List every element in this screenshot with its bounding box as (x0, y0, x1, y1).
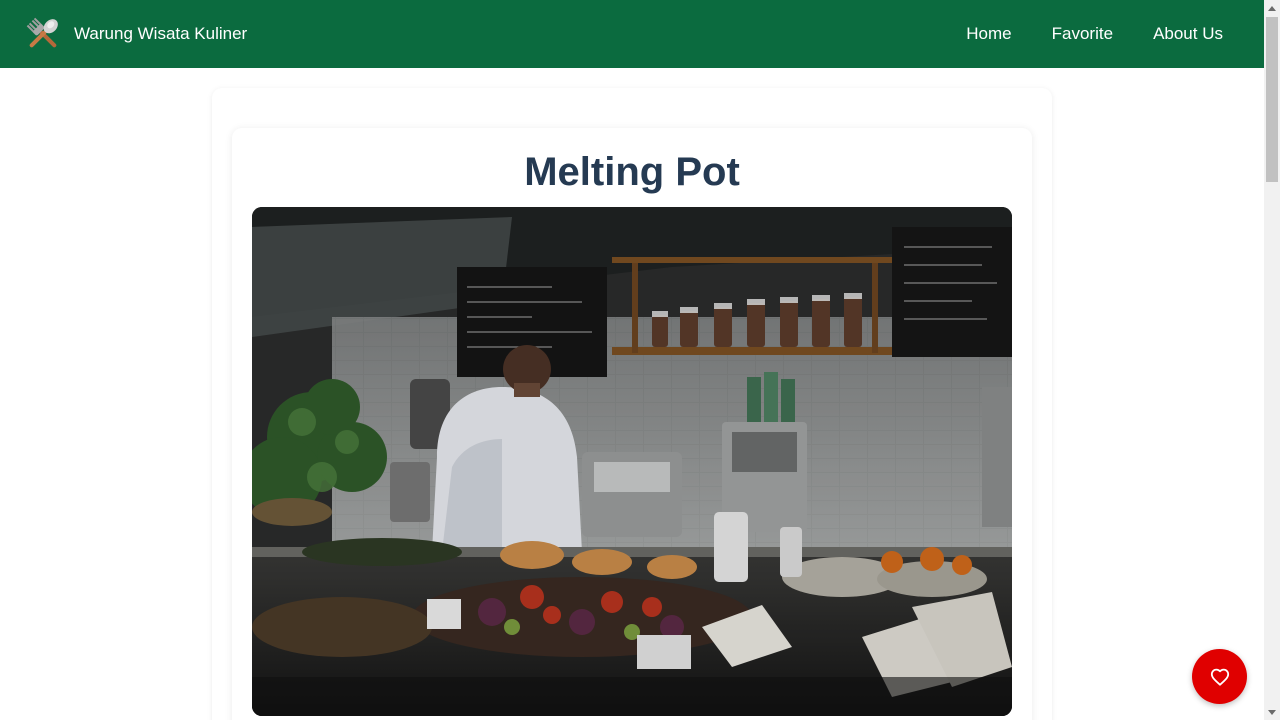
vertical-scrollbar[interactable] (1264, 0, 1280, 720)
brand[interactable]: Warung Wisata Kuliner (22, 14, 247, 54)
nav-home-link[interactable]: Home (966, 24, 1011, 44)
favorite-button[interactable] (1192, 649, 1247, 704)
nav-favorite-link[interactable]: Favorite (1052, 24, 1113, 44)
nav-links: Home Favorite About Us (966, 24, 1223, 44)
scroll-up-arrow-icon[interactable] (1264, 0, 1280, 16)
navbar: Warung Wisata Kuliner Home Favorite Abou… (0, 0, 1264, 68)
restaurant-image (252, 207, 1012, 716)
scroll-thumb[interactable] (1266, 17, 1278, 182)
nav-about-link[interactable]: About Us (1153, 24, 1223, 44)
restaurant-name: Melting Pot (524, 150, 740, 194)
scroll-down-arrow-icon[interactable] (1264, 704, 1280, 720)
heart-icon (1210, 668, 1229, 686)
fork-spoon-icon (26, 17, 58, 48)
brand-name: Warung Wisata Kuliner (74, 24, 248, 43)
